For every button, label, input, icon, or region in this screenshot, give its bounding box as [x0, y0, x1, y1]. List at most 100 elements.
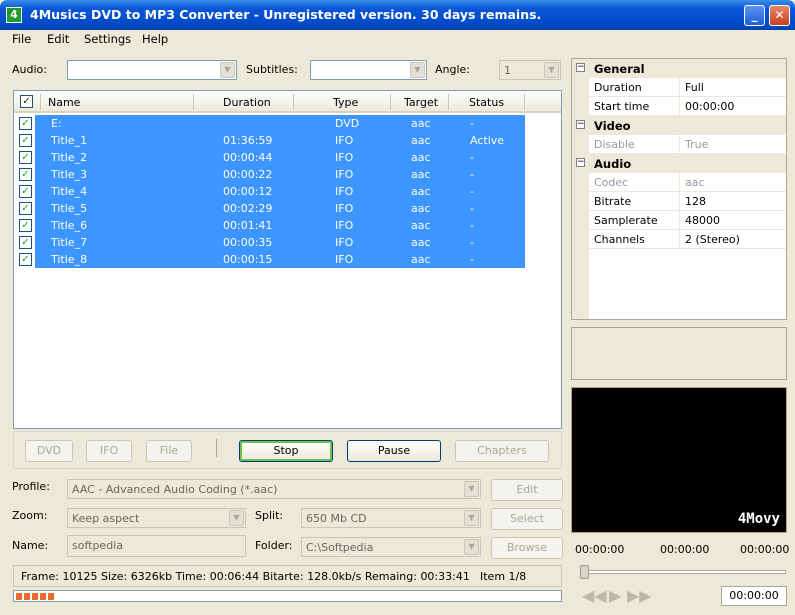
row-checkbox[interactable]: ✓ — [19, 117, 32, 130]
title-list[interactable]: ✓ Name Duration Type Target Status ✓ E: DV… — [13, 90, 562, 429]
progress-block — [16, 593, 22, 600]
row-checkbox[interactable]: ✓ — [19, 253, 32, 266]
col-name[interactable]: Name — [48, 96, 80, 109]
cell-name: E: — [51, 117, 62, 130]
file-button[interactable]: File — [146, 440, 192, 462]
cell-duration: 00:00:22 — [223, 168, 273, 181]
subtitles-select[interactable]: ▼ — [310, 60, 427, 80]
chapters-button[interactable]: Chapters — [455, 440, 549, 462]
select-all-checkbox[interactable]: ✓ — [20, 95, 33, 108]
audio-label: Audio: — [12, 63, 47, 76]
cell-duration: 01:36:59 — [223, 134, 273, 147]
list-row[interactable]: ✓ Title_2 00:00:44 IFO aac - — [14, 149, 561, 166]
seek-slider[interactable] — [580, 570, 786, 574]
list-row[interactable]: ✓ E: DVD aac - — [14, 115, 561, 132]
fast-forward-icon[interactable]: ▶▶ — [627, 586, 652, 605]
minimize-button[interactable]: _ — [744, 5, 765, 26]
property-row[interactable]: Codec aac — [572, 173, 786, 192]
chevron-down-icon: ▼ — [464, 510, 479, 526]
cell-target: aac — [411, 151, 431, 164]
row-checkbox[interactable]: ✓ — [19, 185, 32, 198]
row-checkbox[interactable]: ✓ — [19, 219, 32, 232]
collapse-icon[interactable]: − — [576, 63, 585, 72]
cell-duration: 00:00:15 — [223, 253, 273, 266]
audio-select[interactable]: ▼ — [67, 60, 237, 80]
zoom-select[interactable]: Keep aspect ▼ — [67, 508, 246, 528]
profile-label: Profile: — [12, 480, 50, 493]
collapse-icon[interactable]: − — [576, 158, 585, 167]
list-row[interactable]: ✓ Title_6 00:01:41 IFO aac - — [14, 217, 561, 234]
seek-thumb[interactable] — [580, 565, 589, 579]
list-row[interactable]: ✓ Title_4 00:00:12 IFO aac - — [14, 183, 561, 200]
property-group[interactable]: − Audio — [572, 154, 786, 173]
row-checkbox[interactable]: ✓ — [19, 134, 32, 147]
browse-button[interactable]: Browse — [491, 537, 563, 559]
cell-target: aac — [411, 185, 431, 198]
name-input[interactable]: softpedia — [67, 535, 246, 557]
cell-type: IFO — [335, 253, 354, 266]
window-title: 4Musics DVD to MP3 Converter - Unregiste… — [30, 7, 542, 22]
angle-label: Angle: — [435, 63, 471, 76]
property-row[interactable]: Start time 00:00:00 — [572, 97, 786, 116]
property-row[interactable]: Samplerate 48000 — [572, 211, 786, 230]
property-row[interactable]: Bitrate 128 — [572, 192, 786, 211]
select-button[interactable]: Select — [491, 508, 563, 530]
col-status[interactable]: Status — [469, 96, 504, 109]
split-select[interactable]: 650 Mb CD ▼ — [301, 508, 481, 528]
cell-name: Title_1 — [51, 134, 88, 147]
row-checkbox[interactable]: ✓ — [19, 168, 32, 181]
rewind-icon[interactable]: ◀◀ — [582, 586, 607, 605]
edit-button[interactable]: Edit — [491, 479, 563, 501]
menu-edit[interactable]: Edit — [47, 32, 69, 46]
col-duration[interactable]: Duration — [223, 96, 271, 109]
cell-status: Active — [470, 134, 505, 147]
cell-status: - — [470, 117, 474, 130]
cell-status: - — [470, 168, 474, 181]
row-selection — [35, 115, 525, 132]
property-value: aac — [685, 176, 705, 189]
cell-type: IFO — [335, 202, 354, 215]
close-button[interactable]: ✕ — [769, 5, 790, 26]
property-group[interactable]: − General — [572, 59, 786, 78]
menu-settings[interactable]: Settings — [84, 32, 131, 46]
watermark-logo: 4Movy — [737, 511, 780, 527]
title-bar[interactable]: 4 4Musics DVD to MP3 Converter - Unregis… — [0, 0, 795, 30]
cell-target: aac — [411, 219, 431, 232]
list-row[interactable]: ✓ Title_1 01:36:59 IFO aac Active — [14, 132, 561, 149]
list-row[interactable]: ✓ Title_3 00:00:22 IFO aac - — [14, 166, 561, 183]
progress-block — [48, 593, 54, 600]
menu-help[interactable]: Help — [142, 32, 168, 46]
list-row[interactable]: ✓ Title_8 00:00:15 IFO aac - — [14, 251, 561, 268]
properties-grid[interactable]: − General Duration Full Start time 00:00:00− V… — [571, 58, 787, 320]
row-checkbox[interactable]: ✓ — [19, 202, 32, 215]
play-icon[interactable]: ▶ — [609, 586, 621, 605]
profile-select[interactable]: AAC - Advanced Audio Coding (*.aac) ▼ — [67, 479, 481, 499]
row-checkbox[interactable]: ✓ — [19, 151, 32, 164]
ifo-button[interactable]: IFO — [86, 440, 132, 462]
cell-status: - — [470, 185, 474, 198]
row-checkbox[interactable]: ✓ — [19, 236, 32, 249]
cell-status: - — [470, 253, 474, 266]
property-row[interactable]: Channels 2 (Stereo) — [572, 230, 786, 249]
angle-select[interactable]: 1 ▼ — [499, 60, 561, 80]
col-target[interactable]: Target — [404, 96, 438, 109]
property-row[interactable]: Disable True — [572, 135, 786, 154]
property-value: 00:00:00 — [685, 100, 735, 113]
collapse-icon[interactable]: − — [576, 120, 585, 129]
row-selection — [35, 166, 525, 183]
chevron-down-icon: ▼ — [410, 62, 425, 78]
folder-select[interactable]: C:\Softpedia ▼ — [301, 537, 481, 557]
list-row[interactable]: ✓ Title_5 00:02:29 IFO aac - — [14, 200, 561, 217]
pause-button[interactable]: Pause — [347, 440, 441, 462]
dvd-button[interactable]: DVD — [25, 440, 73, 462]
property-group[interactable]: − Video — [572, 116, 786, 135]
property-row[interactable]: Duration Full — [572, 78, 786, 97]
property-key: Bitrate — [594, 195, 632, 208]
cell-status: - — [470, 202, 474, 215]
list-row[interactable]: ✓ Title_7 00:00:35 IFO aac - — [14, 234, 561, 251]
cell-type: IFO — [335, 134, 354, 147]
menu-file[interactable]: File — [12, 32, 31, 46]
cell-name: Title_4 — [51, 185, 88, 198]
col-type[interactable]: Type — [333, 96, 358, 109]
stop-button[interactable]: Stop — [239, 440, 333, 462]
